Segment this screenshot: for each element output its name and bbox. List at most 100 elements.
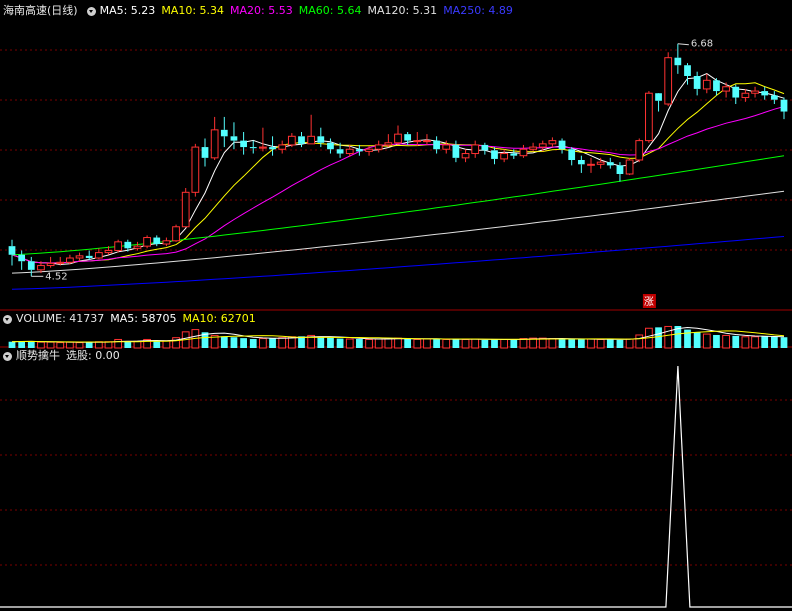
candle-body <box>317 136 325 143</box>
candle-body <box>423 140 431 143</box>
candle-body <box>384 142 393 146</box>
candle-body <box>37 265 45 271</box>
volume-bar <box>394 337 402 349</box>
volume-bar <box>664 325 673 349</box>
ma250-label: MA250: 4.89 <box>443 4 513 17</box>
volume-bar <box>606 339 614 348</box>
ma120-line <box>11 190 785 274</box>
candle-body <box>345 148 354 155</box>
candle-body <box>510 153 518 156</box>
candle-body <box>770 95 778 100</box>
candle-body <box>249 147 257 149</box>
candle-body <box>394 133 402 144</box>
volume-bar <box>625 338 634 349</box>
ma120-label: MA120: 5.31 <box>367 4 438 17</box>
volume-bar <box>577 339 585 348</box>
candle-body <box>191 146 200 193</box>
candle-body <box>46 262 55 267</box>
volume-bar <box>770 336 778 348</box>
price-panel-header: 海南高速(日线) MA5: 5.23 MA10: 5.34 MA20: 5.53… <box>0 3 519 19</box>
volume-bar <box>452 339 460 348</box>
stock-title: 海南高速(日线) <box>3 4 78 17</box>
candle-body <box>741 92 750 99</box>
candle-body <box>240 140 247 148</box>
candle-body <box>114 241 123 251</box>
candle-body <box>780 99 788 112</box>
panel-menu-icon[interactable] <box>3 314 12 324</box>
signal-line <box>0 365 792 608</box>
candle-body <box>336 149 344 154</box>
ma60-label: MA60: 5.64 <box>298 4 362 17</box>
ma10-label: MA10: 5.34 <box>161 4 225 17</box>
candle-body <box>461 153 470 159</box>
candle-body <box>664 57 673 105</box>
volume-bar <box>133 340 142 349</box>
volume-bar <box>327 337 334 348</box>
volume-bar <box>278 337 287 349</box>
volume-bar <box>491 339 498 348</box>
candle-body <box>210 129 219 159</box>
candle-body <box>104 249 113 254</box>
candle-body <box>713 80 720 92</box>
candle-body <box>85 255 93 258</box>
high-price-pointer <box>677 43 689 46</box>
volume-bar <box>510 339 518 348</box>
candle-body <box>519 148 528 157</box>
candle-body <box>133 245 142 249</box>
candle-body <box>413 140 422 143</box>
volume-bar <box>481 339 489 348</box>
annotations: 6.68 4.52 涨 <box>31 39 713 308</box>
volume-bar <box>442 338 451 349</box>
indicator-value: 选股: 0.00 <box>66 349 120 362</box>
volume-bar <box>114 338 123 349</box>
volume-bar <box>655 327 662 348</box>
candle-body <box>625 159 634 175</box>
ma20-label: MA20: 5.53 <box>230 4 293 17</box>
candle-body <box>8 246 16 255</box>
volume-bar <box>713 334 720 348</box>
candle-body <box>481 144 489 151</box>
volume-bar <box>587 338 595 349</box>
volume-bar <box>413 338 422 349</box>
candle-body <box>702 79 711 90</box>
volume-bar <box>741 336 750 349</box>
volume-bar <box>230 337 238 348</box>
candle-body <box>27 261 35 270</box>
indicator-name: 顺势擒牛 <box>16 349 60 362</box>
chart-canvas: 6.68 4.52 涨 <box>0 39 792 608</box>
candle-body <box>298 136 305 144</box>
volume-bar <box>635 334 644 349</box>
candle-body <box>529 146 537 150</box>
candle-body <box>693 76 701 89</box>
candle-body <box>577 160 585 165</box>
candle-body <box>259 146 267 149</box>
candle-body <box>327 142 334 150</box>
panel-menu-icon[interactable] <box>86 6 96 16</box>
volume-bar <box>423 338 431 349</box>
candle-body <box>94 252 103 259</box>
candle-body <box>538 143 547 148</box>
vol-ma5-label: MA5: 58705 <box>110 312 177 325</box>
volume-bar <box>702 333 711 349</box>
candle-body <box>732 86 740 98</box>
volume-label: VOLUME: 41737 <box>16 312 105 325</box>
candle-body <box>645 92 653 142</box>
volume-bar <box>153 341 161 348</box>
candle-body <box>722 86 730 92</box>
candle-body <box>548 140 557 145</box>
volume-bar <box>317 336 325 348</box>
volume-bar <box>18 341 26 348</box>
volume-bar <box>433 339 440 348</box>
volume-bar <box>384 338 393 349</box>
candle-body <box>365 148 373 152</box>
limit-up-marker: 涨 <box>644 296 654 308</box>
volume-bar <box>345 338 354 349</box>
candle-body <box>761 91 769 96</box>
candle-body <box>471 144 480 155</box>
candle-body <box>124 241 132 249</box>
panel-menu-icon[interactable] <box>3 351 12 361</box>
candle-body <box>558 140 566 150</box>
candle-body <box>568 149 576 160</box>
volume-bar <box>693 332 701 348</box>
candle-body <box>220 129 228 137</box>
